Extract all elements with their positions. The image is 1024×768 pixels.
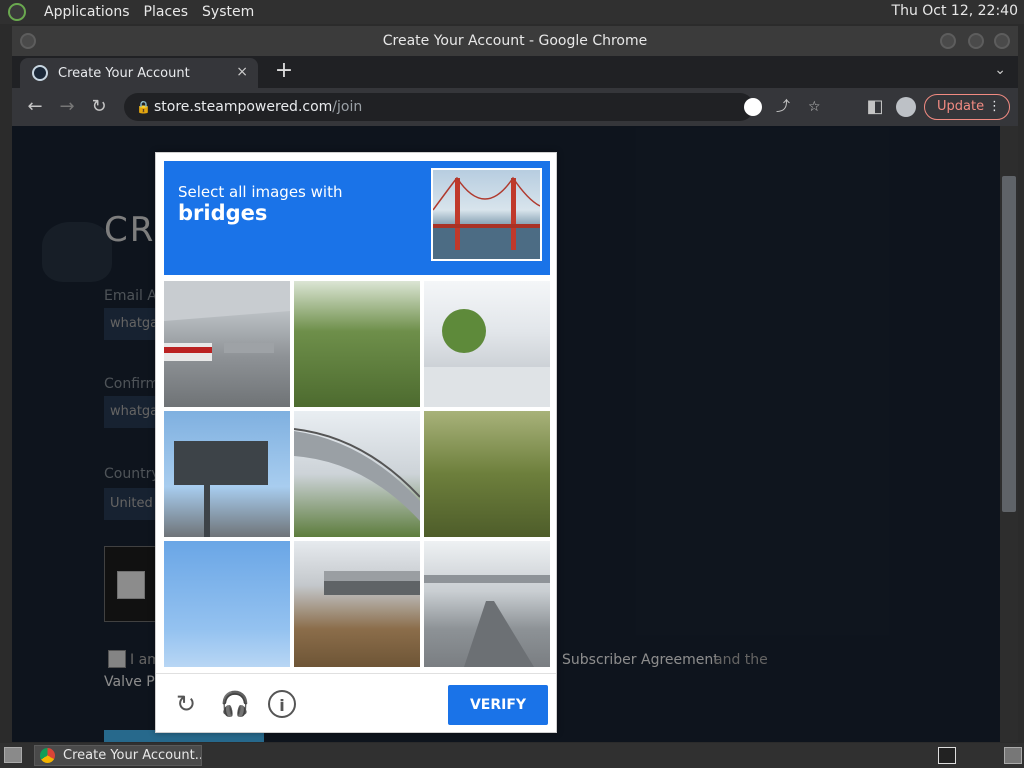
new-tab-button[interactable]: +	[272, 60, 296, 84]
captcha-tile-1[interactable]	[164, 281, 290, 407]
verify-button[interactable]: VERIFY	[448, 685, 548, 725]
captcha-tile-2[interactable]	[294, 281, 420, 407]
url-path: /join	[332, 99, 363, 115]
close-window-icon[interactable]	[994, 33, 1010, 49]
menu-places[interactable]: Places	[144, 4, 189, 20]
taskbar-chrome-item[interactable]: Create Your Account...	[34, 745, 202, 766]
profile-avatar-icon[interactable]	[896, 97, 916, 117]
info-icon[interactable]: i	[268, 690, 296, 718]
captcha-tile-6[interactable]	[424, 411, 550, 537]
reload-icon[interactable]: ↻	[88, 96, 110, 118]
tab-create-account[interactable]: Create Your Account ×	[20, 58, 258, 88]
update-button[interactable]: Update ⋮	[924, 94, 1010, 120]
captcha-target: bridges	[178, 201, 268, 225]
captcha-sample-image	[431, 168, 542, 261]
bridge-sample-graphic	[433, 176, 540, 259]
bookmark-star-icon[interactable]: ☆	[808, 93, 821, 121]
distro-logo-icon[interactable]	[8, 3, 26, 21]
steam-favicon-icon	[32, 65, 48, 81]
captcha-instruction: Select all images with	[178, 183, 343, 201]
tab-strip: Create Your Account × + ⌄	[12, 56, 1018, 88]
taskbar-item-label: Create Your Account...	[63, 748, 202, 763]
back-icon[interactable]: ←	[24, 96, 46, 118]
captcha-header: Select all images with bridges	[164, 161, 550, 275]
minimize-icon[interactable]	[940, 33, 956, 49]
reload-challenge-icon[interactable]: ↻	[172, 690, 200, 718]
captcha-challenge: Select all images with bridges ↻ 🎧 i VER…	[155, 152, 557, 733]
lock-icon[interactable]: 🔒	[136, 93, 151, 121]
browser-toolbar: ← → ↻ 🔒 store.steampowered.com/join ⤴ ☆ …	[12, 88, 1018, 126]
captcha-tile-8[interactable]	[294, 541, 420, 667]
window-title: Create Your Account - Google Chrome	[382, 33, 648, 49]
forward-icon[interactable]: →	[56, 96, 78, 118]
captcha-tile-4[interactable]	[164, 411, 290, 537]
audio-challenge-icon[interactable]: 🎧	[220, 690, 250, 718]
tab-search-chevron-icon[interactable]: ⌄	[994, 62, 1006, 78]
scrollbar-thumb[interactable]	[1002, 176, 1016, 512]
url-domain: store.steampowered.com	[154, 99, 333, 115]
more-menu-icon[interactable]: ⋮	[988, 95, 1001, 119]
share-icon[interactable]: ⤴	[776, 93, 790, 121]
captcha-tile-7[interactable]	[164, 541, 290, 667]
top-panel: Applications Places System Thu Oct 12, 2…	[0, 0, 1024, 24]
maximize-icon[interactable]	[968, 33, 984, 49]
window-titlebar: Create Your Account - Google Chrome	[12, 26, 1018, 56]
workspace-switcher-icon[interactable]	[938, 747, 956, 764]
panel-clock[interactable]: Thu Oct 12, 22:40	[892, 3, 1018, 19]
menu-applications[interactable]: Applications	[44, 4, 130, 20]
update-label: Update	[937, 99, 985, 114]
captcha-tile-9[interactable]	[424, 541, 550, 667]
menu-system[interactable]: System	[202, 4, 254, 20]
side-panel-icon[interactable]: ◧	[864, 96, 886, 118]
show-desktop-icon[interactable]	[4, 747, 22, 763]
captcha-tile-5[interactable]	[294, 411, 420, 537]
tab-label: Create Your Account	[58, 65, 190, 81]
address-bar[interactable]: 🔒 store.steampowered.com/join ⤴ ☆	[124, 93, 821, 121]
close-tab-icon[interactable]: ×	[236, 64, 248, 80]
captcha-footer: ↻ 🎧 i VERIFY	[156, 673, 556, 733]
google-icon[interactable]	[744, 98, 762, 116]
chrome-icon	[40, 748, 55, 763]
captcha-tile-3[interactable]	[424, 281, 550, 407]
chrome-tray-icon[interactable]	[1004, 747, 1022, 764]
bottom-taskbar: Create Your Account...	[0, 743, 1024, 768]
window-menu-icon[interactable]	[20, 33, 36, 49]
